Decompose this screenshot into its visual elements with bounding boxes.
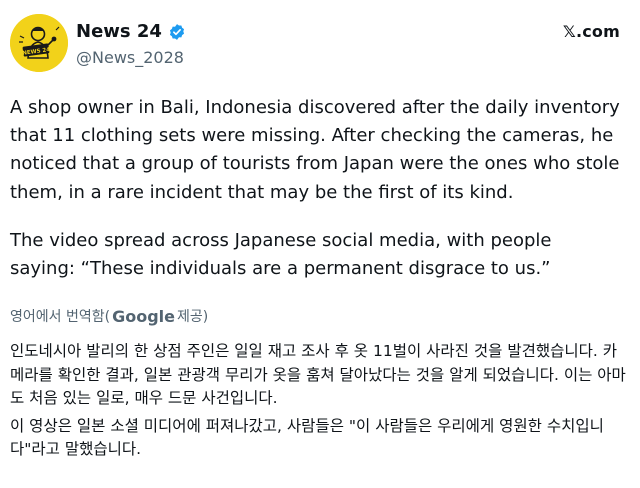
display-name[interactable]: News 24 [76,20,162,44]
translation-suffix: 제공) [176,309,209,325]
avatar-illustration: NEWS 24 [10,14,68,72]
account-handle[interactable]: @News_2028 [76,46,186,70]
post-header: NEWS 24 News 24 @News_2028 𝕏.com [10,14,630,78]
post-paragraph-2: The video spread across Japanese social … [10,229,552,280]
post-paragraph-1: A shop owner in Bali, Indonesia discover… [10,97,620,203]
translated-paragraph-2: 이 영상은 일본 소셜 미디어에 퍼져나갔고, 사람들은 "이 사람들은 우리에… [10,416,604,459]
account-names: News 24 @News_2028 [76,20,186,70]
verified-badge-icon [168,23,186,41]
translated-by-google-link[interactable]: 영어에서 번역함( Google 제공) [10,306,208,326]
google-logo-text: Google [112,306,175,326]
post-text: A shop owner in Bali, Indonesia discover… [10,94,622,283]
translated-text: 인도네시아 발리의 한 상점 주인은 일일 재고 조사 후 옷 11벌이 사라진… [10,340,630,466]
translation-prefix: 영어에서 번역함( [10,309,111,325]
source-label: 𝕏.com [562,22,620,41]
avatar[interactable]: NEWS 24 [10,14,68,72]
translated-paragraph-1: 인도네시아 발리의 한 상점 주인은 일일 재고 조사 후 옷 11벌이 사라진… [10,342,626,407]
